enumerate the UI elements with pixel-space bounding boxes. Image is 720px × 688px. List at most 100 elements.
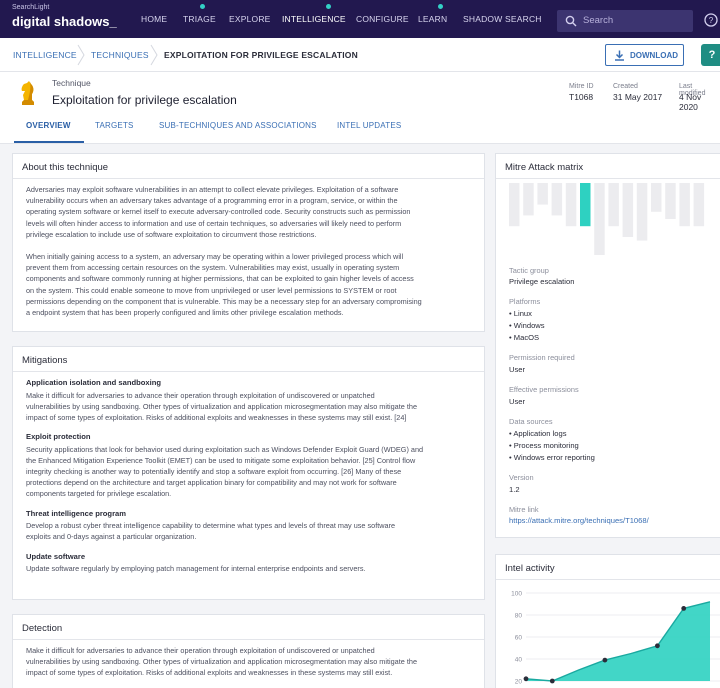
detection-title: Detection <box>22 623 63 634</box>
brand-product: SearchLight <box>12 4 50 11</box>
active-tab-indicator <box>14 141 84 143</box>
about-paragraph-1: Adversaries may exploit software vulnera… <box>26 184 482 240</box>
tab-overview[interactable]: OVERVIEW <box>26 121 71 130</box>
matrix-column[interactable] <box>509 183 520 227</box>
top-nav: SearchLight digital shadows_ HOME TRIAGE… <box>0 0 720 38</box>
page-title: Exploitation for privilege escalation <box>52 93 237 107</box>
nav-item-home[interactable]: HOME <box>141 14 167 24</box>
sources-label: Data sources <box>509 417 553 426</box>
matrix-column[interactable] <box>693 183 705 227</box>
y-tick-label: 100 <box>511 591 522 598</box>
help-circle-icon[interactable]: ? <box>704 13 718 27</box>
text-line: protections depend on the architecture a… <box>26 478 397 488</box>
search-input[interactable]: Search <box>557 10 693 32</box>
about-paragraph-2: When initially gaining access to a syste… <box>26 251 482 318</box>
attack-matrix[interactable] <box>509 182 709 257</box>
text-line: exploits and 0-days against a particular… <box>26 532 197 542</box>
text-line: permissions depending on the component t… <box>26 296 422 306</box>
matrix-column[interactable] <box>537 183 548 205</box>
search-icon <box>565 15 577 27</box>
matrix-column[interactable] <box>608 183 619 227</box>
about-card: About this technique Adversaries may exp… <box>12 153 485 332</box>
nav-item-intelligence[interactable]: INTELLIGENCE <box>282 14 346 24</box>
help-button[interactable]: ? <box>701 44 720 66</box>
text-line: vulnerabilities by using sandboxing. Oth… <box>26 657 417 667</box>
download-button[interactable]: DOWNLOAD <box>605 44 684 66</box>
text-line: integrity checking is another way to pot… <box>26 467 402 476</box>
activity-point[interactable] <box>655 643 660 649</box>
text-line: Develop a robust cyber threat intelligen… <box>26 521 396 531</box>
mitigation-description: Security applications that look for beha… <box>26 444 482 500</box>
activity-point[interactable] <box>523 676 529 682</box>
text-line: components targeted for privilege escala… <box>26 489 172 499</box>
meta-value-last-modified: 4 Nov 2020 <box>679 92 702 112</box>
matrix-column-highlighted[interactable] <box>580 183 591 227</box>
tactic-value: Privilege escalation <box>509 277 575 286</box>
nav-item-configure[interactable]: CONFIGURE <box>356 14 409 24</box>
download-icon <box>615 50 624 61</box>
meta-value-created: 31 May 2017 <box>613 92 663 102</box>
breadcrumb-intelligence[interactable]: INTELLIGENCE <box>13 50 77 60</box>
matrix-column[interactable] <box>665 183 676 219</box>
mitigations-title: Mitigations <box>22 355 68 366</box>
nav-item-triage[interactable]: TRIAGE <box>183 14 216 24</box>
source-item: • Application logs <box>509 429 567 438</box>
activity-point[interactable] <box>549 678 555 684</box>
nav-item-learn[interactable]: LEARN <box>418 14 447 24</box>
text-line: prevent them from accessing certain reso… <box>26 263 400 273</box>
text-line: operating system software or kernel itse… <box>26 207 411 217</box>
matrix-column[interactable] <box>679 183 690 227</box>
nav-dot-triage <box>200 4 205 9</box>
platform-item: • Linux <box>509 309 532 318</box>
divider <box>13 178 484 179</box>
text-line: Update software regularly by employing p… <box>26 564 366 573</box>
intel-activity-chart: 20 40 60 80 100 <box>511 591 720 686</box>
breadcrumb: INTELLIGENCE TECHNIQUES EXPLOITATION FOR… <box>0 38 720 72</box>
matrix-column[interactable] <box>551 183 563 216</box>
nav-item-explore[interactable]: EXPLORE <box>229 14 271 24</box>
text-line: Make it difficult for adversaries to adv… <box>26 390 375 400</box>
matrix-column[interactable] <box>622 183 634 237</box>
text-line: Adversaries may exploit software vulnera… <box>26 185 399 194</box>
detection-text: Make it difficult for adversaries to adv… <box>26 645 482 679</box>
platform-item: • Windows <box>509 321 545 330</box>
effective-label: Effective permissions <box>509 385 579 394</box>
page-header: Technique Exploitation for privilege esc… <box>0 72 720 144</box>
matrix-column[interactable] <box>565 183 577 227</box>
source-item: • Windows error reporting <box>509 453 595 462</box>
permission-value: User <box>509 365 526 374</box>
meta-label-mitre-id: Mitre ID <box>569 83 594 90</box>
activity-point[interactable] <box>681 606 687 611</box>
tab-targets[interactable]: TARGETS <box>95 121 134 130</box>
intel-activity-card: Intel activity 20 40 60 80 100 <box>495 554 720 688</box>
matrix-column[interactable] <box>523 183 534 216</box>
breadcrumb-techniques[interactable]: TECHNIQUES <box>91 50 149 60</box>
text-line: vulnerability occurs when an adversary t… <box>26 196 398 206</box>
brand-logo[interactable]: digital shadows_ <box>12 14 117 29</box>
tab-sub-techniques[interactable]: SUB-TECHNIQUES AND ASSOCIATIONS <box>159 121 317 130</box>
matrix-card: Mitre Attack matrix Tactic group Privile… <box>495 153 720 538</box>
chevron-right-icon <box>150 44 158 66</box>
text-line: vulnerabilities by using sandboxing. Oth… <box>26 401 417 411</box>
matrix-column[interactable] <box>594 183 605 255</box>
matrix-column[interactable] <box>636 183 648 241</box>
tab-intel-updates[interactable]: INTEL UPDATES <box>337 121 401 130</box>
version-label: Version <box>509 473 534 482</box>
download-label: DOWNLOAD <box>630 51 678 60</box>
mitigations-card: Mitigations Application isolation and sa… <box>12 346 485 600</box>
source-item: • Process monitoring <box>509 441 579 450</box>
nav-item-shadow-search[interactable]: SHADOW SEARCH <box>463 14 542 24</box>
text-line: the Enhanced Mitigation Experience Toolk… <box>26 455 416 465</box>
mitre-link[interactable]: https://attack.mitre.org/techniques/T106… <box>509 516 649 525</box>
text-line: Security applications that look for beha… <box>26 444 424 454</box>
activity-point[interactable] <box>602 657 608 663</box>
text-line: impact of some types of exploitation. Ri… <box>26 668 393 678</box>
mitigation-title: Exploit protection <box>26 432 91 442</box>
text-line: Make it difficult for adversaries to adv… <box>26 646 375 655</box>
matrix-column[interactable] <box>651 183 662 212</box>
divider <box>13 371 484 372</box>
chevron-right-icon <box>77 44 85 66</box>
platform-item: • MacOS <box>509 333 540 342</box>
mitigation-description: Update software regularly by employing p… <box>26 563 482 574</box>
tactic-label: Tactic group <box>509 266 549 275</box>
